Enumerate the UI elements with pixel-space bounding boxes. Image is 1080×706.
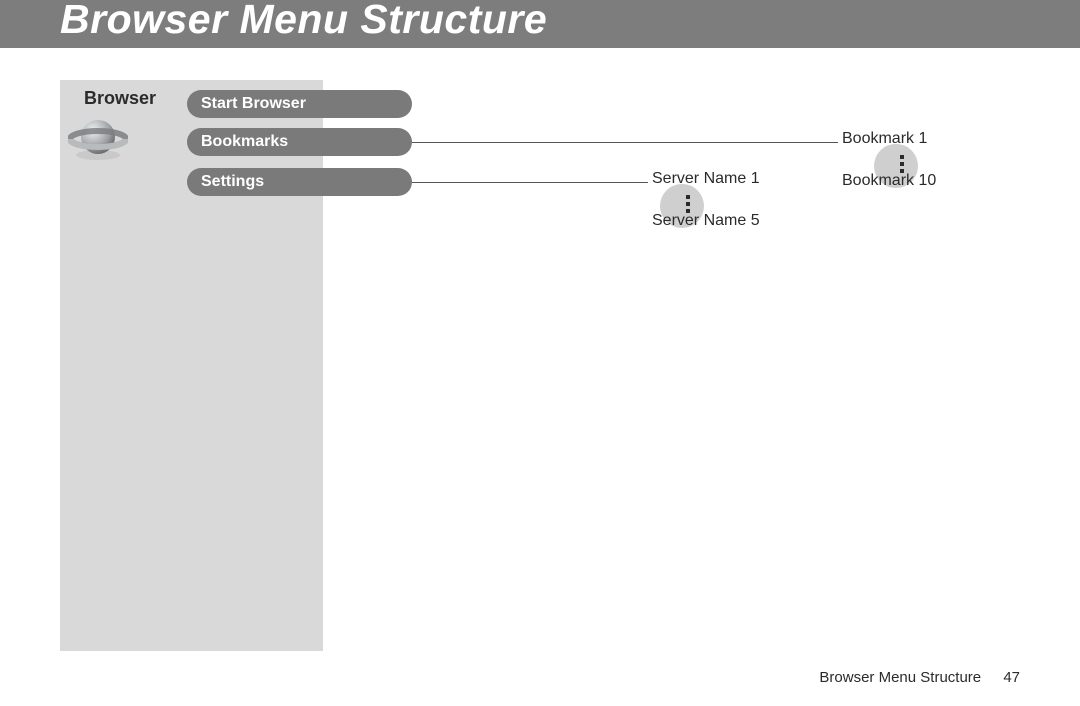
globe-icon [68, 115, 128, 163]
header-band: Browser Menu Structure [0, 0, 1080, 48]
submenu-first-item: Server Name 1 [652, 170, 760, 188]
menu-item-label: Start Browser [201, 95, 306, 112]
submenu-last-item: Bookmark 10 [842, 172, 936, 190]
sidebar-background [60, 80, 323, 651]
menu-item-label: Settings [201, 173, 264, 190]
submenu-first-item: Bookmark 1 [842, 130, 927, 148]
menu-item-start-browser[interactable]: Start Browser [187, 90, 412, 118]
footer: Browser Menu Structure 47 [819, 669, 1020, 686]
footer-text: Browser Menu Structure [819, 669, 981, 686]
submenu-last-item: Server Name 5 [652, 212, 760, 230]
menu-item-settings[interactable]: Settings [187, 168, 412, 196]
page-title: Browser Menu Structure [60, 0, 547, 43]
page-number: 47 [1003, 669, 1020, 686]
menu-item-label: Bookmarks [201, 133, 288, 150]
bookmarks-submenu: Bookmark 1 Bookmark 10 [842, 130, 927, 148]
connector-line [412, 182, 648, 183]
menu-item-bookmarks[interactable]: Bookmarks [187, 128, 412, 156]
settings-submenu: Server Name 1 Server Name 5 [652, 170, 760, 188]
section-label-browser: Browser [84, 88, 156, 109]
connector-line [412, 142, 838, 143]
